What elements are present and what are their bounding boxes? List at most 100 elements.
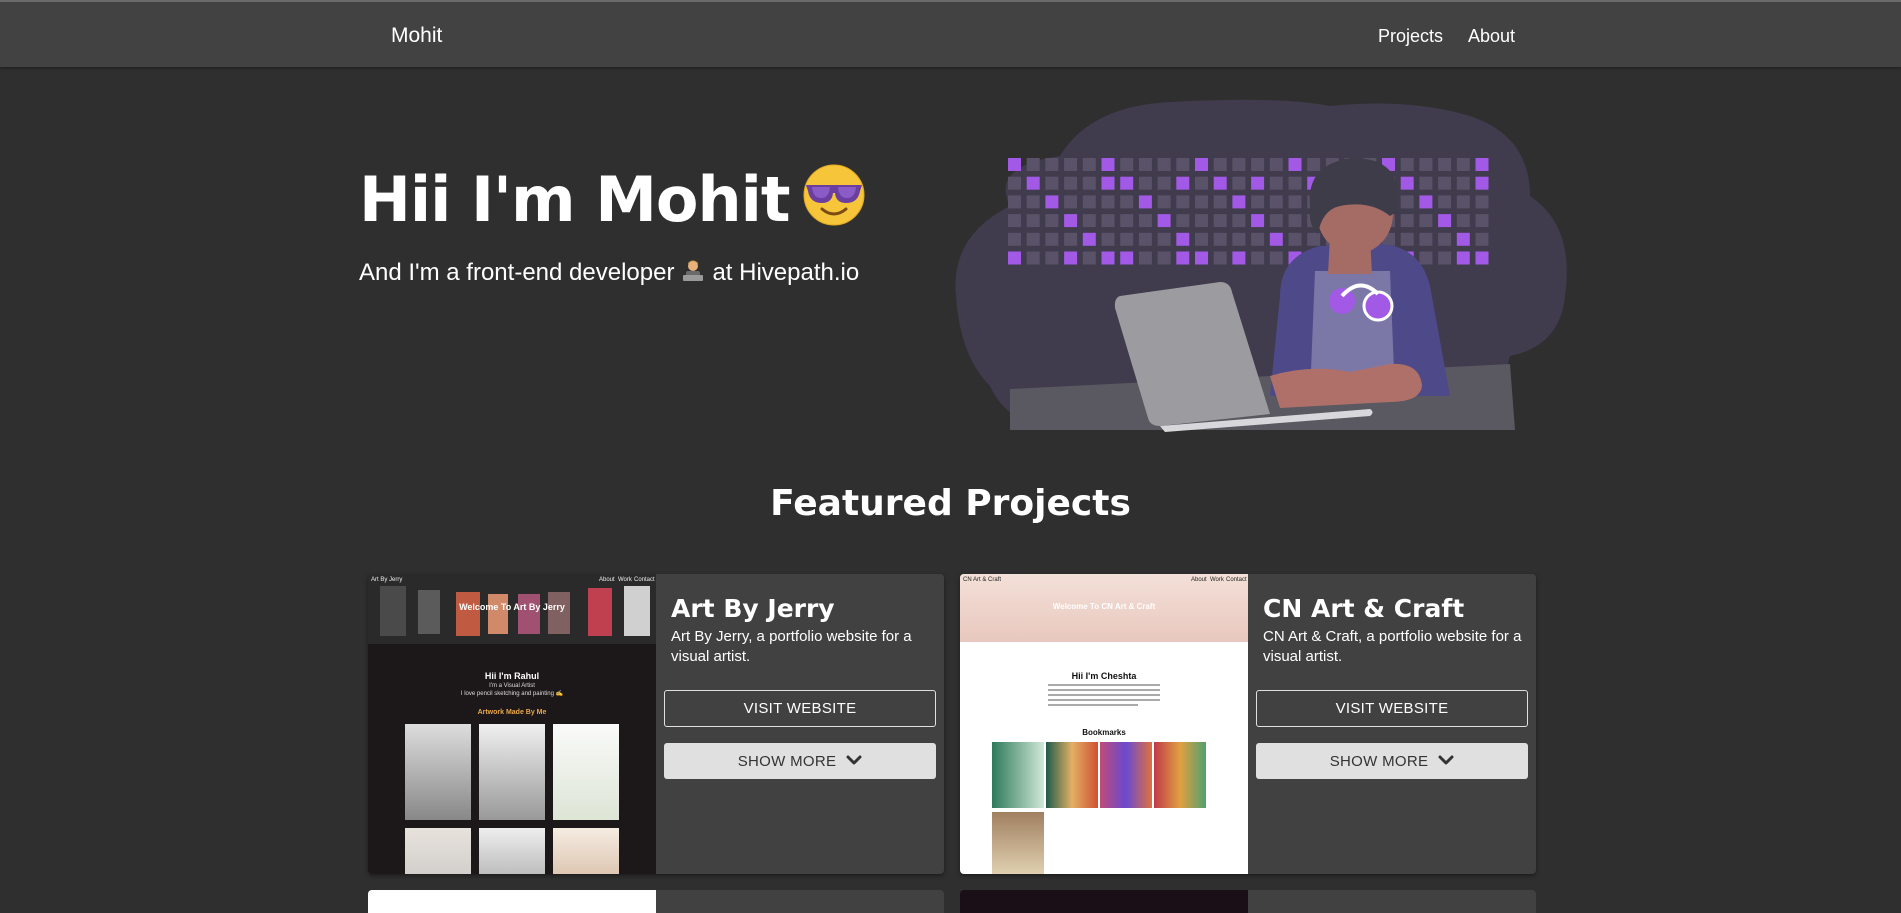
equalizer-cell <box>1251 195 1265 209</box>
equalizer-cell <box>1082 158 1096 171</box>
equalizer-cell <box>1195 251 1208 265</box>
equalizer-cell <box>1157 195 1171 209</box>
equalizer-cell <box>1026 232 1040 246</box>
equalizer-cell <box>1456 214 1470 228</box>
visit-website-button[interactable]: VISIT WEBSITE <box>1256 690 1528 727</box>
equalizer-cell <box>1251 214 1265 228</box>
equalizer-cell <box>1475 232 1489 246</box>
artwork-image <box>479 828 545 874</box>
equalizer-cell <box>1400 214 1414 228</box>
equalizer-cell <box>1064 158 1078 171</box>
equalizer-cell <box>1045 251 1059 265</box>
equalizer-cell <box>1213 195 1227 209</box>
equalizer-cell <box>1288 214 1302 228</box>
equalizer-cell <box>1438 158 1452 171</box>
show-more-label: SHOW MORE <box>1329 752 1429 770</box>
thumbnail-banner-text: Welcome To CN Art & Craft <box>1052 602 1156 611</box>
equalizer-cell <box>1232 158 1246 171</box>
equalizer-cell <box>1400 158 1414 171</box>
equalizer-cell <box>1419 158 1433 171</box>
nav-link-about[interactable]: About <box>1468 26 1515 47</box>
navbar: Mohit Projects About <box>0 0 1901 67</box>
thumbnail-banner-text: Welcome To Art By Jerry <box>459 602 565 612</box>
equalizer-cell <box>1008 176 1021 190</box>
project-thumbnail[interactable]: CN Art & Craft About Work Contact Welcom… <box>960 574 1248 874</box>
artwork-image <box>553 828 619 874</box>
bookmark-image <box>1154 742 1206 808</box>
equalizer-cell <box>1101 214 1115 228</box>
project-card: CN Art & Craft About Work Contact Welcom… <box>960 574 1536 874</box>
equalizer-cell <box>1438 195 1452 209</box>
thumbnail-brand: CN Art & Craft <box>963 577 1002 583</box>
project-description: Art By Jerry, a portfolio website for a … <box>671 628 912 665</box>
equalizer-cell <box>1475 214 1489 228</box>
equalizer-cell <box>1064 251 1078 265</box>
equalizer-cell <box>1419 251 1433 265</box>
visit-website-button[interactable]: VISIT WEBSITE <box>664 690 936 727</box>
equalizer-cell <box>1288 232 1302 246</box>
equalizer-cell <box>1438 251 1452 265</box>
bookmark-image <box>992 742 1044 808</box>
hero-subtitle-post: at Hivepath.io <box>712 259 860 286</box>
equalizer-cell <box>1438 214 1452 228</box>
equalizer-cell <box>1195 195 1208 209</box>
thumbnail-section-title: Artwork Made By Me <box>477 709 547 716</box>
project-thumbnail[interactable] <box>368 890 656 913</box>
thumbnail-nav-contact: Contact <box>634 577 655 583</box>
brand-link[interactable]: Mohit <box>391 24 442 48</box>
project-thumbnail[interactable]: Art By Jerry About Work Contact Welcome … <box>368 574 656 874</box>
equalizer-cell <box>1213 176 1227 190</box>
section-title: Featured Projects <box>770 483 1131 524</box>
equalizer-cell <box>1400 176 1414 190</box>
equalizer-cell <box>1269 158 1283 171</box>
equalizer-cell <box>1288 176 1302 190</box>
equalizer-cell <box>1157 232 1171 246</box>
equalizer-cell <box>1251 176 1265 190</box>
equalizer-cell <box>1269 214 1283 228</box>
equalizer-cell <box>1120 232 1134 246</box>
equalizer-cell <box>1232 195 1246 209</box>
equalizer-cell <box>1307 158 1321 171</box>
equalizer-cell <box>1008 214 1021 228</box>
equalizer-cell <box>1026 251 1040 265</box>
equalizer-cell <box>1120 176 1134 190</box>
equalizer-cell <box>1026 176 1040 190</box>
show-more-button[interactable]: SHOW MORE <box>664 743 936 779</box>
show-more-button[interactable]: SHOW MORE <box>1256 743 1528 779</box>
equalizer-cell <box>1101 232 1115 246</box>
equalizer-cell <box>1475 158 1489 171</box>
equalizer-cell <box>1195 214 1208 228</box>
equalizer-cell <box>1157 158 1171 171</box>
equalizer-cell <box>1008 251 1021 265</box>
equalizer-cell <box>1045 214 1059 228</box>
equalizer-cell <box>1176 232 1190 246</box>
equalizer-cell <box>1419 232 1433 246</box>
equalizer-cell <box>1269 251 1283 265</box>
thumbnail-nav-work: Work <box>618 577 632 583</box>
equalizer-cell <box>1082 195 1096 209</box>
equalizer-cell <box>1251 232 1265 246</box>
equalizer-cell <box>1475 251 1489 265</box>
thumbnail-text-line <box>1048 704 1138 706</box>
chevron-down-icon <box>846 753 862 770</box>
nav-link-projects[interactable]: Projects <box>1378 26 1443 47</box>
equalizer-cell <box>1288 195 1302 209</box>
equalizer-cell <box>1082 176 1096 190</box>
equalizer-cell <box>1157 251 1171 265</box>
equalizer-cell <box>1176 195 1190 209</box>
equalizer-cell <box>1008 232 1021 246</box>
show-more-label: SHOW MORE <box>737 752 837 770</box>
equalizer-cell <box>1419 176 1433 190</box>
equalizer-cell <box>1307 232 1321 246</box>
equalizer-cell <box>1456 158 1470 171</box>
thumbnail-text-line <box>1048 689 1160 691</box>
equalizer-cell <box>1157 214 1171 228</box>
equalizer-cell <box>1045 176 1059 190</box>
hero-subtitle-pre: And I'm a front-end developer <box>359 259 675 286</box>
bookmark-image <box>992 812 1044 874</box>
equalizer-cell <box>1064 176 1078 190</box>
equalizer-cell <box>1400 195 1414 209</box>
equalizer-cell <box>1456 176 1470 190</box>
project-thumbnail[interactable] <box>960 890 1248 913</box>
thumbnail-brand: Art By Jerry <box>371 577 403 583</box>
